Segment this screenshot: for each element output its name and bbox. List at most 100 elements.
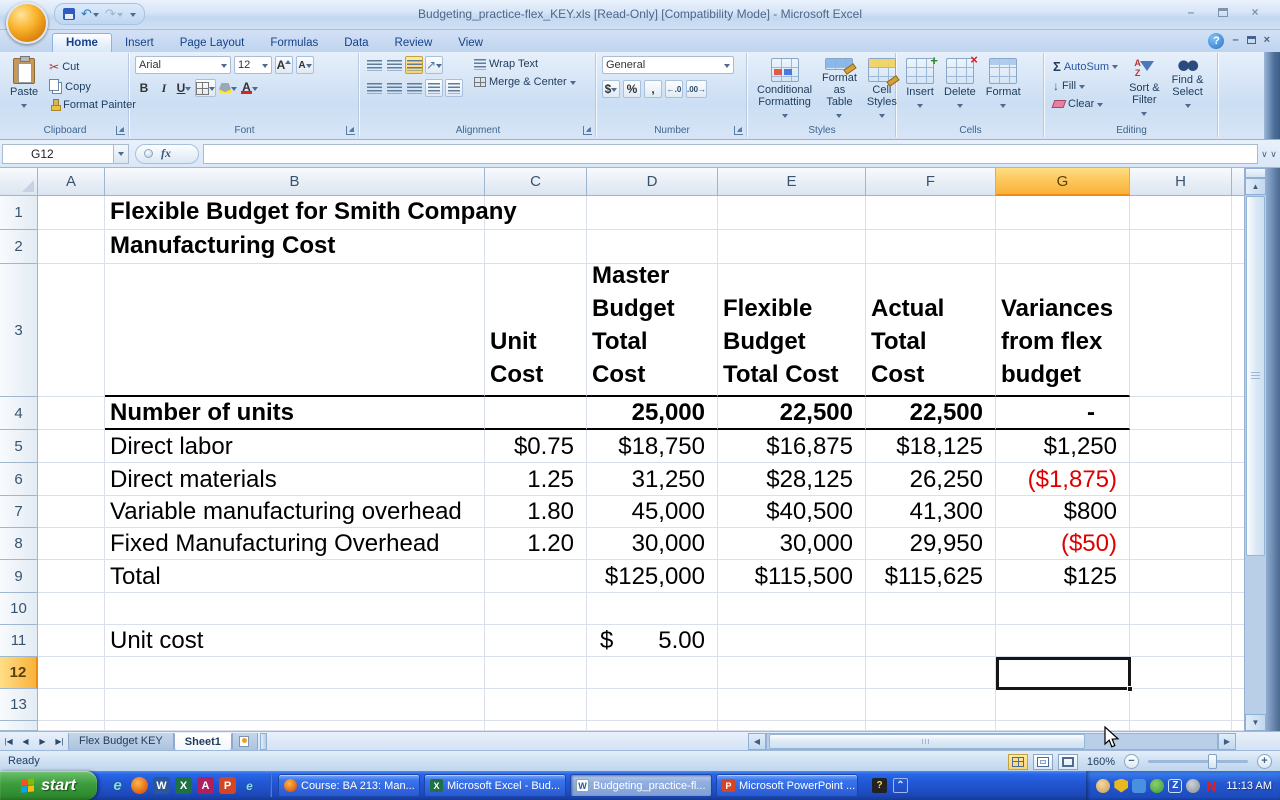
align-bottom-button[interactable]	[405, 56, 423, 74]
cell[interactable]	[996, 689, 1130, 721]
cell-C6[interactable]: 1.25	[485, 463, 587, 496]
cell[interactable]	[718, 657, 866, 689]
cell-B11[interactable]: Unit cost	[105, 625, 485, 657]
accounting-format-button[interactable]: $	[602, 80, 620, 98]
cell[interactable]	[38, 593, 105, 625]
cell-D6[interactable]: 31,250	[587, 463, 718, 496]
align-center-button[interactable]	[385, 79, 403, 97]
cell-B4[interactable]: Number of units	[105, 397, 485, 430]
tab-home[interactable]: Home	[52, 33, 112, 52]
cell[interactable]	[587, 196, 718, 230]
tab-view[interactable]: View	[445, 34, 496, 52]
paste-button[interactable]: Paste	[6, 56, 42, 113]
bold-button[interactable]: B	[135, 79, 153, 97]
workbook-minimize-button[interactable]: –	[1232, 33, 1238, 49]
scroll-down-button[interactable]: ▼	[1245, 714, 1266, 731]
cell[interactable]	[1130, 593, 1232, 625]
cell[interactable]	[105, 721, 485, 731]
cell-F9[interactable]: $115,625	[866, 560, 996, 593]
cell-G6[interactable]: ($1,875)	[996, 463, 1130, 496]
workbook-close-button[interactable]: ×	[1264, 33, 1270, 49]
taskbar-button-excel[interactable]: X Microsoft Excel - Bud...	[424, 774, 566, 797]
name-box[interactable]: G12	[2, 143, 114, 164]
tray-shield-icon[interactable]	[1114, 778, 1129, 793]
cell[interactable]	[1130, 264, 1232, 397]
row-header-partial[interactable]	[0, 721, 38, 731]
increase-indent-button[interactable]	[445, 79, 463, 97]
cell[interactable]	[1130, 463, 1232, 496]
cell-D7[interactable]: 45,000	[587, 496, 718, 528]
horizontal-scrollbar[interactable]: ◀ ▶	[748, 733, 1236, 750]
wrap-text-button[interactable]: Wrap Text	[471, 57, 579, 71]
format-painter-button[interactable]: Format Painter	[46, 98, 139, 112]
cell-G7[interactable]: $800	[996, 496, 1130, 528]
cell[interactable]	[1130, 397, 1232, 430]
row-header-6[interactable]: 6	[0, 463, 38, 496]
cell-B7[interactable]: Variable manufacturing overhead	[105, 496, 485, 528]
cell[interactable]	[996, 625, 1130, 657]
cell[interactable]	[1130, 657, 1232, 689]
cell[interactable]	[105, 689, 485, 721]
horizontal-scroll-thumb[interactable]	[769, 734, 1085, 749]
active-cell-selection[interactable]	[996, 657, 1133, 692]
cell-G4[interactable]: -	[996, 397, 1130, 430]
zoom-slider-track[interactable]	[1148, 754, 1248, 769]
quicklaunch-access-icon[interactable]: A	[197, 777, 214, 794]
cell[interactable]	[718, 625, 866, 657]
cell-G3[interactable]: Variances from flex budget	[996, 264, 1130, 397]
col-header-E[interactable]: E	[718, 168, 866, 196]
font-family-select[interactable]: Arial	[135, 56, 231, 74]
cell[interactable]	[718, 230, 866, 264]
fill-color-button[interactable]	[218, 79, 238, 97]
row-header-4[interactable]: 4	[0, 397, 38, 430]
cell[interactable]	[485, 721, 587, 731]
minimize-button[interactable]: –	[1180, 6, 1202, 21]
merge-center-button[interactable]: Merge & Center	[471, 75, 579, 89]
cell[interactable]	[1130, 689, 1232, 721]
cell-G8[interactable]: ($50)	[996, 528, 1130, 560]
cell-D8[interactable]: 30,000	[587, 528, 718, 560]
insert-cells-button[interactable]: + Insert	[902, 53, 938, 123]
quicklaunch-powerpoint-icon[interactable]: P	[219, 777, 236, 794]
row-header-11[interactable]: 11	[0, 625, 38, 657]
quicklaunch-word-icon[interactable]: W	[153, 777, 170, 794]
cell-F6[interactable]: 26,250	[866, 463, 996, 496]
insert-worksheet-button[interactable]	[231, 733, 258, 751]
cell[interactable]	[105, 593, 485, 625]
grow-font-button[interactable]: A	[275, 56, 293, 74]
cell[interactable]	[1130, 196, 1232, 230]
cell[interactable]	[866, 196, 996, 230]
scroll-right-button[interactable]: ▶	[1218, 733, 1236, 750]
workbook-restore-button[interactable]	[1246, 33, 1256, 49]
cell-G9[interactable]: $125	[996, 560, 1130, 593]
split-handle[interactable]	[1245, 168, 1266, 178]
cell[interactable]	[866, 689, 996, 721]
cell[interactable]	[485, 689, 587, 721]
cell-E7[interactable]: $40,500	[718, 496, 866, 528]
cell[interactable]	[38, 496, 105, 528]
cell-F8[interactable]: 29,950	[866, 528, 996, 560]
tab-page-layout[interactable]: Page Layout	[167, 34, 258, 52]
formula-input[interactable]	[203, 143, 1258, 164]
cell-C3[interactable]: Unit Cost	[485, 264, 587, 397]
cell[interactable]	[38, 196, 105, 230]
cell-G5[interactable]: $1,250	[996, 430, 1130, 463]
borders-button[interactable]	[195, 79, 216, 97]
taskbar-button-powerpoint[interactable]: P Microsoft PowerPoint ...	[716, 774, 858, 797]
italic-button[interactable]: I	[155, 79, 173, 97]
cell[interactable]	[38, 264, 105, 397]
first-sheet-button[interactable]: |◀	[0, 733, 17, 750]
tray-norton-icon[interactable]: N	[1204, 778, 1218, 794]
vertical-scroll-thumb[interactable]	[1246, 196, 1265, 556]
cell-F3[interactable]: Actual Total Cost	[866, 264, 996, 397]
align-top-button[interactable]	[365, 56, 383, 74]
clear-button[interactable]: Clear	[1050, 97, 1121, 111]
help-button[interactable]: ?	[1208, 33, 1225, 49]
scroll-up-button[interactable]: ▲	[1245, 178, 1266, 195]
comma-style-button[interactable]: ,	[644, 80, 662, 98]
cell[interactable]	[996, 593, 1130, 625]
cell[interactable]	[38, 625, 105, 657]
tab-formulas[interactable]: Formulas	[257, 34, 331, 52]
col-header-C[interactable]: C	[485, 168, 587, 196]
row-header-13[interactable]: 13	[0, 689, 38, 721]
